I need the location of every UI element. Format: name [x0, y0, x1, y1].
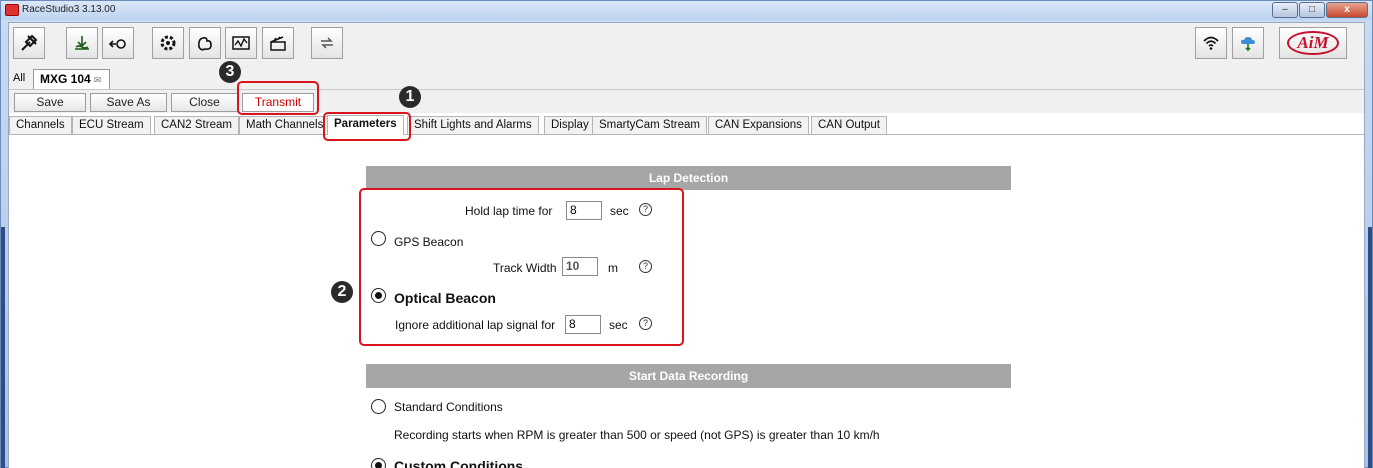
doc-tab-label: MXG 104: [40, 72, 91, 86]
tab-shift-lights[interactable]: Shift Lights and Alarms: [407, 116, 539, 134]
tab-smartycam-stream[interactable]: SmartyCam Stream: [592, 116, 707, 134]
close-tab-icon[interactable]: ✉: [94, 75, 102, 85]
transfer-icon[interactable]: [311, 27, 343, 59]
step-badge-1: 1: [399, 86, 421, 108]
left-window-edge: [1, 227, 5, 468]
main-toolbar: AiM: [9, 23, 1364, 69]
document-tab-strip: All MXG 104 ✉: [9, 69, 1364, 89]
standard-conditions-radio[interactable]: [371, 399, 386, 414]
tab-can2-stream[interactable]: CAN2 Stream: [154, 116, 239, 134]
start-recording-header: Start Data Recording: [366, 364, 1011, 388]
aim-logo-text: AiM: [1287, 31, 1339, 55]
highlight-box-parameters: [323, 112, 411, 141]
connect-icon[interactable]: [102, 27, 134, 59]
video-icon[interactable]: [262, 27, 294, 59]
dashboard-icon[interactable]: [225, 27, 257, 59]
tools-icon[interactable]: [13, 27, 45, 59]
save-button[interactable]: Save: [14, 93, 86, 112]
step-badge-2: 2: [331, 281, 353, 303]
wifi-icon[interactable]: [1195, 27, 1227, 59]
cloud-icon[interactable]: [1232, 27, 1264, 59]
highlight-box-transmit: [237, 81, 319, 115]
custom-conditions-label: Custom Conditions: [394, 458, 524, 468]
doc-tab-all[interactable]: All: [13, 72, 25, 84]
tab-can-expansions[interactable]: CAN Expansions: [708, 116, 809, 134]
tab-channels[interactable]: Channels: [9, 116, 72, 134]
app-icon: [5, 4, 19, 16]
custom-conditions-radio[interactable]: [371, 458, 386, 468]
config-icon[interactable]: [152, 27, 184, 59]
aim-logo: AiM: [1279, 27, 1347, 59]
download-icon[interactable]: [66, 27, 98, 59]
save-as-button[interactable]: Save As: [90, 93, 167, 112]
action-row: Save Save As Close Transmit: [9, 89, 1364, 113]
tab-display[interactable]: Display: [544, 116, 596, 134]
tab-can-output[interactable]: CAN Output: [811, 116, 887, 134]
window-title: RaceStudio3 3.13.00: [22, 4, 116, 15]
close-window-button[interactable]: x: [1326, 2, 1368, 18]
title-bar: RaceStudio3 3.13.00 – □ x: [1, 1, 1372, 20]
close-config-button[interactable]: Close: [171, 93, 238, 112]
parameters-panel: Lap Detection Hold lap time for 8 sec ? …: [9, 136, 1364, 468]
step-badge-3: 3: [219, 61, 241, 83]
highlight-box-lap-settings: [359, 188, 684, 346]
right-window-edge: [1368, 227, 1372, 468]
tracks-icon[interactable]: [189, 27, 221, 59]
standard-conditions-desc: Recording starts when RPM is greater tha…: [394, 428, 880, 442]
client-area: AiM All MXG 104 ✉ Save Save As Close Tran…: [8, 22, 1365, 468]
app-window: RaceStudio3 3.13.00 – □ x AiM All MXG 10…: [0, 0, 1373, 468]
tab-math-channels[interactable]: Math Channels: [239, 116, 331, 134]
config-tab-bar: Channels ECU Stream CAN2 Stream Math Cha…: [9, 115, 1364, 135]
lap-detection-header: Lap Detection: [366, 166, 1011, 190]
maximize-button[interactable]: □: [1299, 2, 1325, 18]
tab-ecu-stream[interactable]: ECU Stream: [72, 116, 151, 134]
minimize-button[interactable]: –: [1272, 2, 1298, 18]
doc-tab-mxg104[interactable]: MXG 104 ✉: [33, 69, 111, 89]
standard-conditions-label: Standard Conditions: [394, 400, 503, 414]
